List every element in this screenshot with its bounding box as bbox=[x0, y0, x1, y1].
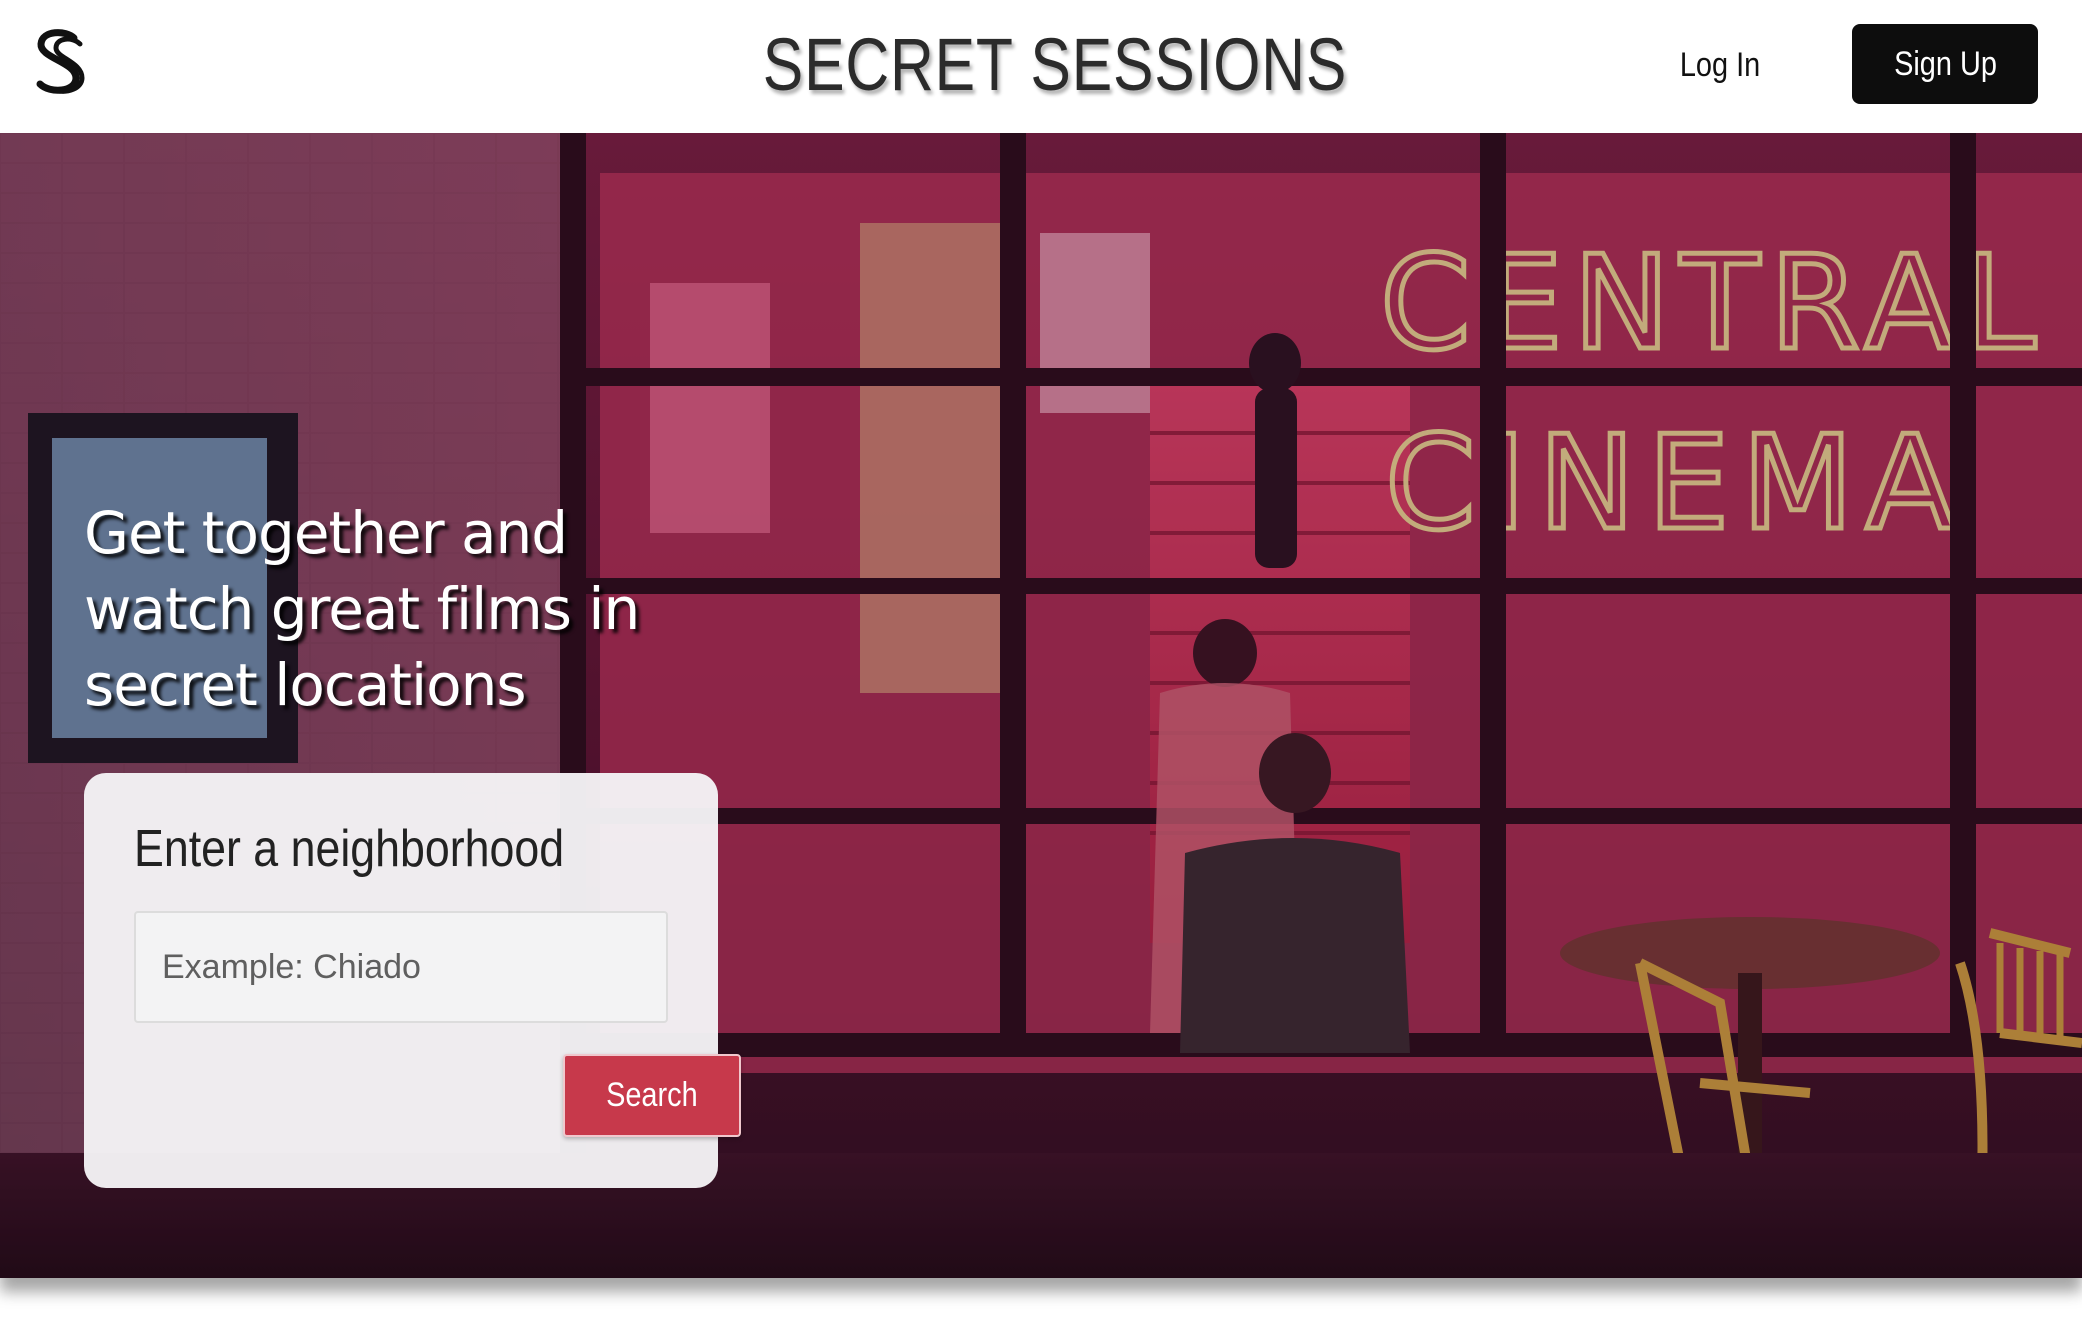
double-s-logo-icon[interactable] bbox=[32, 28, 88, 96]
site-title: SECRET SESSIONS bbox=[762, 23, 1348, 106]
signup-button-label: Sign Up bbox=[1893, 45, 1997, 83]
hero-heading: Get together and watch great films in se… bbox=[84, 499, 640, 719]
neighborhood-search-input[interactable] bbox=[134, 911, 668, 1023]
search-label: Enter a neighborhood bbox=[134, 820, 565, 878]
signup-button[interactable]: Sign Up bbox=[1852, 24, 2038, 104]
search-button[interactable]: Search bbox=[563, 1054, 741, 1137]
search-card: Enter a neighborhood Search bbox=[84, 773, 741, 1188]
site-header: SECRET SESSIONS Log In Sign Up bbox=[0, 0, 2082, 133]
search-button-label: Search bbox=[606, 1076, 698, 1114]
login-link[interactable]: Log In bbox=[1669, 40, 1771, 90]
hero-section: CENTRAL CINEMA Get together and watch gr… bbox=[0, 133, 2082, 1278]
